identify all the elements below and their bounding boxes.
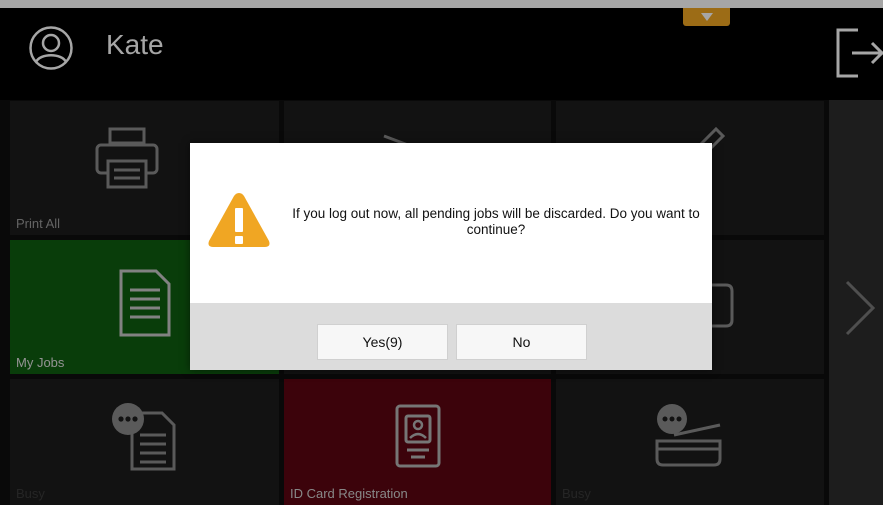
- yes-button[interactable]: Yes(9): [317, 324, 448, 360]
- logout-confirm-dialog: If you log out now, all pending jobs wil…: [190, 143, 712, 370]
- dialog-message: If you log out now, all pending jobs wil…: [292, 206, 700, 237]
- no-button[interactable]: No: [456, 324, 587, 360]
- warning-icon: [208, 193, 270, 247]
- dialog-body: If you log out now, all pending jobs wil…: [190, 143, 712, 303]
- dialog-footer: Yes(9) No: [190, 303, 712, 370]
